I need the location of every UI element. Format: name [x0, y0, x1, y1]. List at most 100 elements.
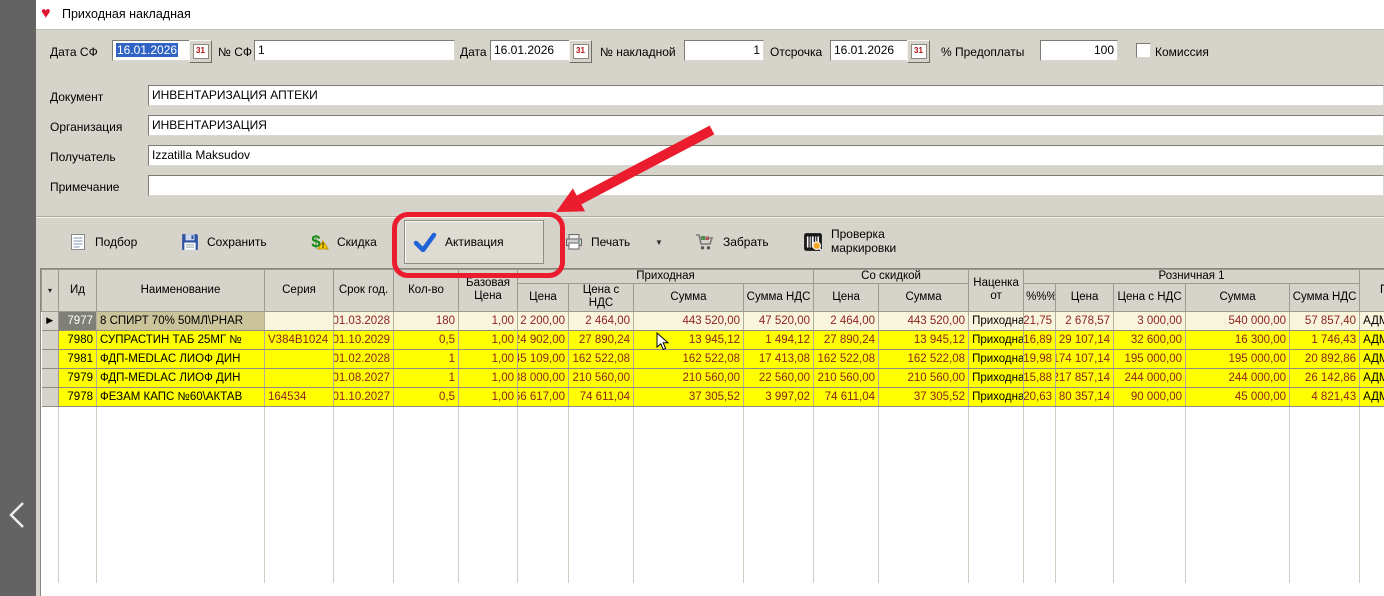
- col-header-seria[interactable]: Серия: [265, 270, 334, 312]
- cell-pol[interactable]: АДМ: [1360, 330, 1384, 349]
- col-header-id[interactable]: Ид: [59, 270, 97, 312]
- col-header-summa-nds[interactable]: Сумма НДС: [1290, 284, 1360, 311]
- cell-r_summa_nds[interactable]: 20 892,86: [1290, 349, 1360, 368]
- otsrochka-input[interactable]: 16.01.2026: [830, 40, 914, 61]
- num-nakladnoy-input[interactable]: 1: [684, 40, 764, 61]
- cell-id[interactable]: 7981: [59, 349, 97, 368]
- cell-p_cena_nds[interactable]: 162 522,08: [569, 349, 634, 368]
- col-header-cena[interactable]: Цена: [814, 284, 879, 311]
- cell-r_cena_nds[interactable]: 195 000,00: [1114, 349, 1186, 368]
- cell-pol[interactable]: АДМ: [1360, 311, 1384, 330]
- skidka-button[interactable]: $! Скидка: [300, 220, 386, 264]
- col-header-base[interactable]: Базовая Цена: [459, 270, 518, 312]
- cell-r_summa[interactable]: 540 000,00: [1186, 311, 1290, 330]
- cell-pol[interactable]: АДМ: [1360, 349, 1384, 368]
- cell-r_cena[interactable]: 29 107,14: [1056, 330, 1114, 349]
- cell-nacenka[interactable]: Приходная: [969, 349, 1024, 368]
- cell-p_summa_nds[interactable]: 22 560,00: [744, 368, 814, 387]
- cell-r_cena[interactable]: 174 107,14: [1056, 349, 1114, 368]
- cell-r_summa_nds[interactable]: 57 857,40: [1290, 311, 1360, 330]
- col-header-pct[interactable]: %%%: [1024, 284, 1056, 311]
- col-header-summa-nds[interactable]: Сумма НДС: [744, 284, 814, 311]
- col-header-cena[interactable]: Цена: [518, 284, 569, 311]
- col-group-roznichnaya[interactable]: Розничная 1: [1024, 270, 1360, 284]
- cell-p_summa[interactable]: 443 520,00: [634, 311, 744, 330]
- data-input[interactable]: 16.01.2026: [490, 40, 576, 61]
- cell-r_cena_nds[interactable]: 3 000,00: [1114, 311, 1186, 330]
- cell-r_summa_nds[interactable]: 26 142,86: [1290, 368, 1360, 387]
- cell-base[interactable]: 1,00: [459, 330, 518, 349]
- cell-pol[interactable]: АДМ: [1360, 368, 1384, 387]
- cell-s_cena[interactable]: 162 522,08: [814, 349, 879, 368]
- cell-p_summa[interactable]: 13 945,12: [634, 330, 744, 349]
- cell-pct[interactable]: 15,88: [1024, 368, 1056, 387]
- num-sf-input[interactable]: 1: [254, 40, 455, 61]
- sohranit-button[interactable]: Сохранить: [172, 220, 276, 264]
- cell-r_cena[interactable]: 217 857,14: [1056, 368, 1114, 387]
- cell-seria[interactable]: [265, 368, 334, 387]
- col-header-srok[interactable]: Срок год.: [334, 270, 394, 312]
- dokument-input[interactable]: ИНВЕНТАРИЗАЦИЯ АПТЕКИ: [148, 85, 1384, 106]
- col-header-qty[interactable]: Кол-во: [394, 270, 459, 312]
- cell-s_cena[interactable]: 74 611,04: [814, 387, 879, 406]
- col-header-nacenka[interactable]: Наценка от: [969, 270, 1024, 312]
- cell-qty[interactable]: 1: [394, 349, 459, 368]
- cell-name[interactable]: ФЕЗАМ КАПС №60\АКТАВ: [97, 387, 265, 406]
- komissiya-checkbox[interactable]: [1136, 43, 1151, 58]
- col-header-cena-nds[interactable]: Цена с НДС: [569, 284, 634, 311]
- table-row[interactable]: 7980СУПРАСТИН ТАБ 25МГ №V384B102401.10.2…: [42, 330, 1384, 349]
- cell-s_summa[interactable]: 37 305,52: [879, 387, 969, 406]
- cell-p_summa_nds[interactable]: 17 413,08: [744, 349, 814, 368]
- cell-p_summa_nds[interactable]: 3 997,02: [744, 387, 814, 406]
- cell-p_cena[interactable]: 66 617,00: [518, 387, 569, 406]
- col-header-cena[interactable]: Цена: [1056, 284, 1114, 311]
- cell-r_cena_nds[interactable]: 32 600,00: [1114, 330, 1186, 349]
- pechat-button[interactable]: Печать: [556, 220, 639, 264]
- col-header-summa[interactable]: Сумма: [1186, 284, 1290, 311]
- cell-p_cena[interactable]: 145 109,00: [518, 349, 569, 368]
- cell-base[interactable]: 1,00: [459, 349, 518, 368]
- cell-r_cena[interactable]: 2 678,57: [1056, 311, 1114, 330]
- cell-pol[interactable]: АДМ: [1360, 387, 1384, 406]
- cell-r_summa[interactable]: 45 000,00: [1186, 387, 1290, 406]
- cell-p_summa[interactable]: 210 560,00: [634, 368, 744, 387]
- table-row[interactable]: 7981ФДП-MEDLAC ЛИОФ ДИН01.02.202811,0014…: [42, 349, 1384, 368]
- cell-srok[interactable]: 01.08.2027: [334, 368, 394, 387]
- cell-pct[interactable]: 19,98: [1024, 349, 1056, 368]
- cell-p_summa[interactable]: 37 305,52: [634, 387, 744, 406]
- cell-pct[interactable]: 16,89: [1024, 330, 1056, 349]
- cell-nacenka[interactable]: Приходная: [969, 330, 1024, 349]
- cell-name[interactable]: 8 СПИРТ 70% 50МЛ\PHAR: [97, 311, 265, 330]
- cell-r_summa[interactable]: 16 300,00: [1186, 330, 1290, 349]
- table-row[interactable]: 7978ФЕЗАМ КАПС №60\АКТАВ16453401.10.2027…: [42, 387, 1384, 406]
- cell-qty[interactable]: 180: [394, 311, 459, 330]
- cell-p_summa[interactable]: 162 522,08: [634, 349, 744, 368]
- cell-id[interactable]: 7979: [59, 368, 97, 387]
- data-sf-input[interactable]: 16.01.2026: [112, 40, 196, 61]
- cell-qty[interactable]: 0,5: [394, 387, 459, 406]
- organizatsiya-input[interactable]: ИНВЕНТАРИЗАЦИЯ: [148, 115, 1384, 136]
- cell-name[interactable]: ФДП-MEDLAC ЛИОФ ДИН: [97, 368, 265, 387]
- cell-p_cena_nds[interactable]: 2 464,00: [569, 311, 634, 330]
- cell-srok[interactable]: 01.03.2028: [334, 311, 394, 330]
- cell-id[interactable]: 7980: [59, 330, 97, 349]
- cell-srok[interactable]: 01.10.2027: [334, 387, 394, 406]
- cell-seria[interactable]: [265, 349, 334, 368]
- zabrat-button[interactable]: Забрать: [686, 220, 778, 264]
- cell-r_summa_nds[interactable]: 1 746,43: [1290, 330, 1360, 349]
- cell-nacenka[interactable]: Приходная: [969, 311, 1024, 330]
- cell-pct[interactable]: 21,75: [1024, 311, 1056, 330]
- data-sf-datepicker-button[interactable]: 31: [189, 40, 212, 63]
- proverka-markirovki-button[interactable]: Проверка маркировки: [794, 220, 916, 264]
- cell-s_cena[interactable]: 27 890,24: [814, 330, 879, 349]
- cell-qty[interactable]: 1: [394, 368, 459, 387]
- col-header-summa[interactable]: Сумма: [879, 284, 969, 311]
- cell-s_summa[interactable]: 210 560,00: [879, 368, 969, 387]
- cell-seria[interactable]: 164534: [265, 387, 334, 406]
- cell-nacenka[interactable]: Приходная: [969, 387, 1024, 406]
- cell-s_cena[interactable]: 2 464,00: [814, 311, 879, 330]
- col-header-name[interactable]: Наименование: [97, 270, 265, 312]
- col-header-pol[interactable]: Пол: [1360, 270, 1384, 312]
- col-header-cena-nds[interactable]: Цена с НДС: [1114, 284, 1186, 311]
- cell-id[interactable]: 7977: [59, 311, 97, 330]
